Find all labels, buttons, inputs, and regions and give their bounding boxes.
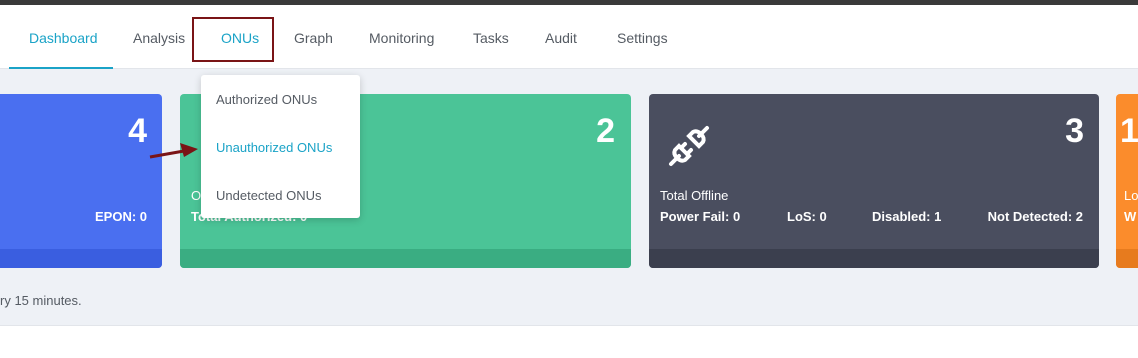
- pointer-arrow-icon: [149, 143, 198, 159]
- tab-tasks[interactable]: Tasks: [473, 5, 509, 69]
- stat-los: LoS: 0: [787, 209, 827, 224]
- main-navbar: Dashboard Analysis ONUs Graph Monitoring…: [0, 5, 1138, 69]
- card-orange[interactable]: 1 Lo W: [1116, 94, 1138, 268]
- card-offline-footer[interactable]: [649, 249, 1099, 268]
- stat-power-fail: Power Fail: 0: [660, 209, 741, 224]
- card-blue-count: 4: [128, 112, 147, 150]
- stat-not-detected: Not Detected: 2: [987, 209, 1083, 224]
- tab-settings[interactable]: Settings: [617, 5, 668, 69]
- tab-monitoring[interactable]: Monitoring: [369, 5, 434, 69]
- card-offline-count: 3: [1065, 112, 1084, 150]
- tab-dashboard[interactable]: Dashboard: [29, 5, 98, 69]
- card-orange-footer[interactable]: [1116, 249, 1138, 268]
- menu-item-unauthorized-onus[interactable]: Unauthorized ONUs: [216, 140, 332, 155]
- onus-dropdown-menu: Authorized ONUs Unauthorized ONUs Undete…: [201, 75, 360, 218]
- menu-item-undetected-onus[interactable]: Undetected ONUs: [216, 188, 322, 203]
- card-orange-label: Lo: [1124, 188, 1138, 203]
- card-blue[interactable]: 4 EPON: 0: [0, 94, 162, 268]
- refresh-note: ry 15 minutes.: [0, 293, 82, 308]
- plug-disconnected-icon: [669, 126, 709, 166]
- tab-audit[interactable]: Audit: [545, 5, 577, 69]
- tab-graph[interactable]: Graph: [294, 5, 333, 69]
- card-orange-stat: W: [1124, 209, 1137, 224]
- card-green-label: O: [191, 188, 202, 203]
- onus-highlight-box: [192, 17, 274, 62]
- card-orange-count: 1: [1120, 112, 1138, 150]
- stat-disabled: Disabled: 1: [872, 209, 942, 224]
- tab-analysis[interactable]: Analysis: [133, 5, 185, 69]
- card-offline-label: Total Offline: [660, 188, 729, 203]
- card-blue-stat: EPON: 0: [94, 209, 147, 224]
- card-offline[interactable]: 3 Total Offline Power Fail: 0 LoS: 0 Dis…: [649, 94, 1099, 268]
- menu-item-authorized-onus[interactable]: Authorized ONUs: [216, 92, 317, 107]
- bottom-panel: [0, 325, 1138, 358]
- card-green-count: 2: [596, 112, 615, 150]
- active-tab-underline: [9, 67, 113, 69]
- card-green-footer[interactable]: [180, 249, 631, 268]
- card-blue-footer[interactable]: [0, 249, 162, 268]
